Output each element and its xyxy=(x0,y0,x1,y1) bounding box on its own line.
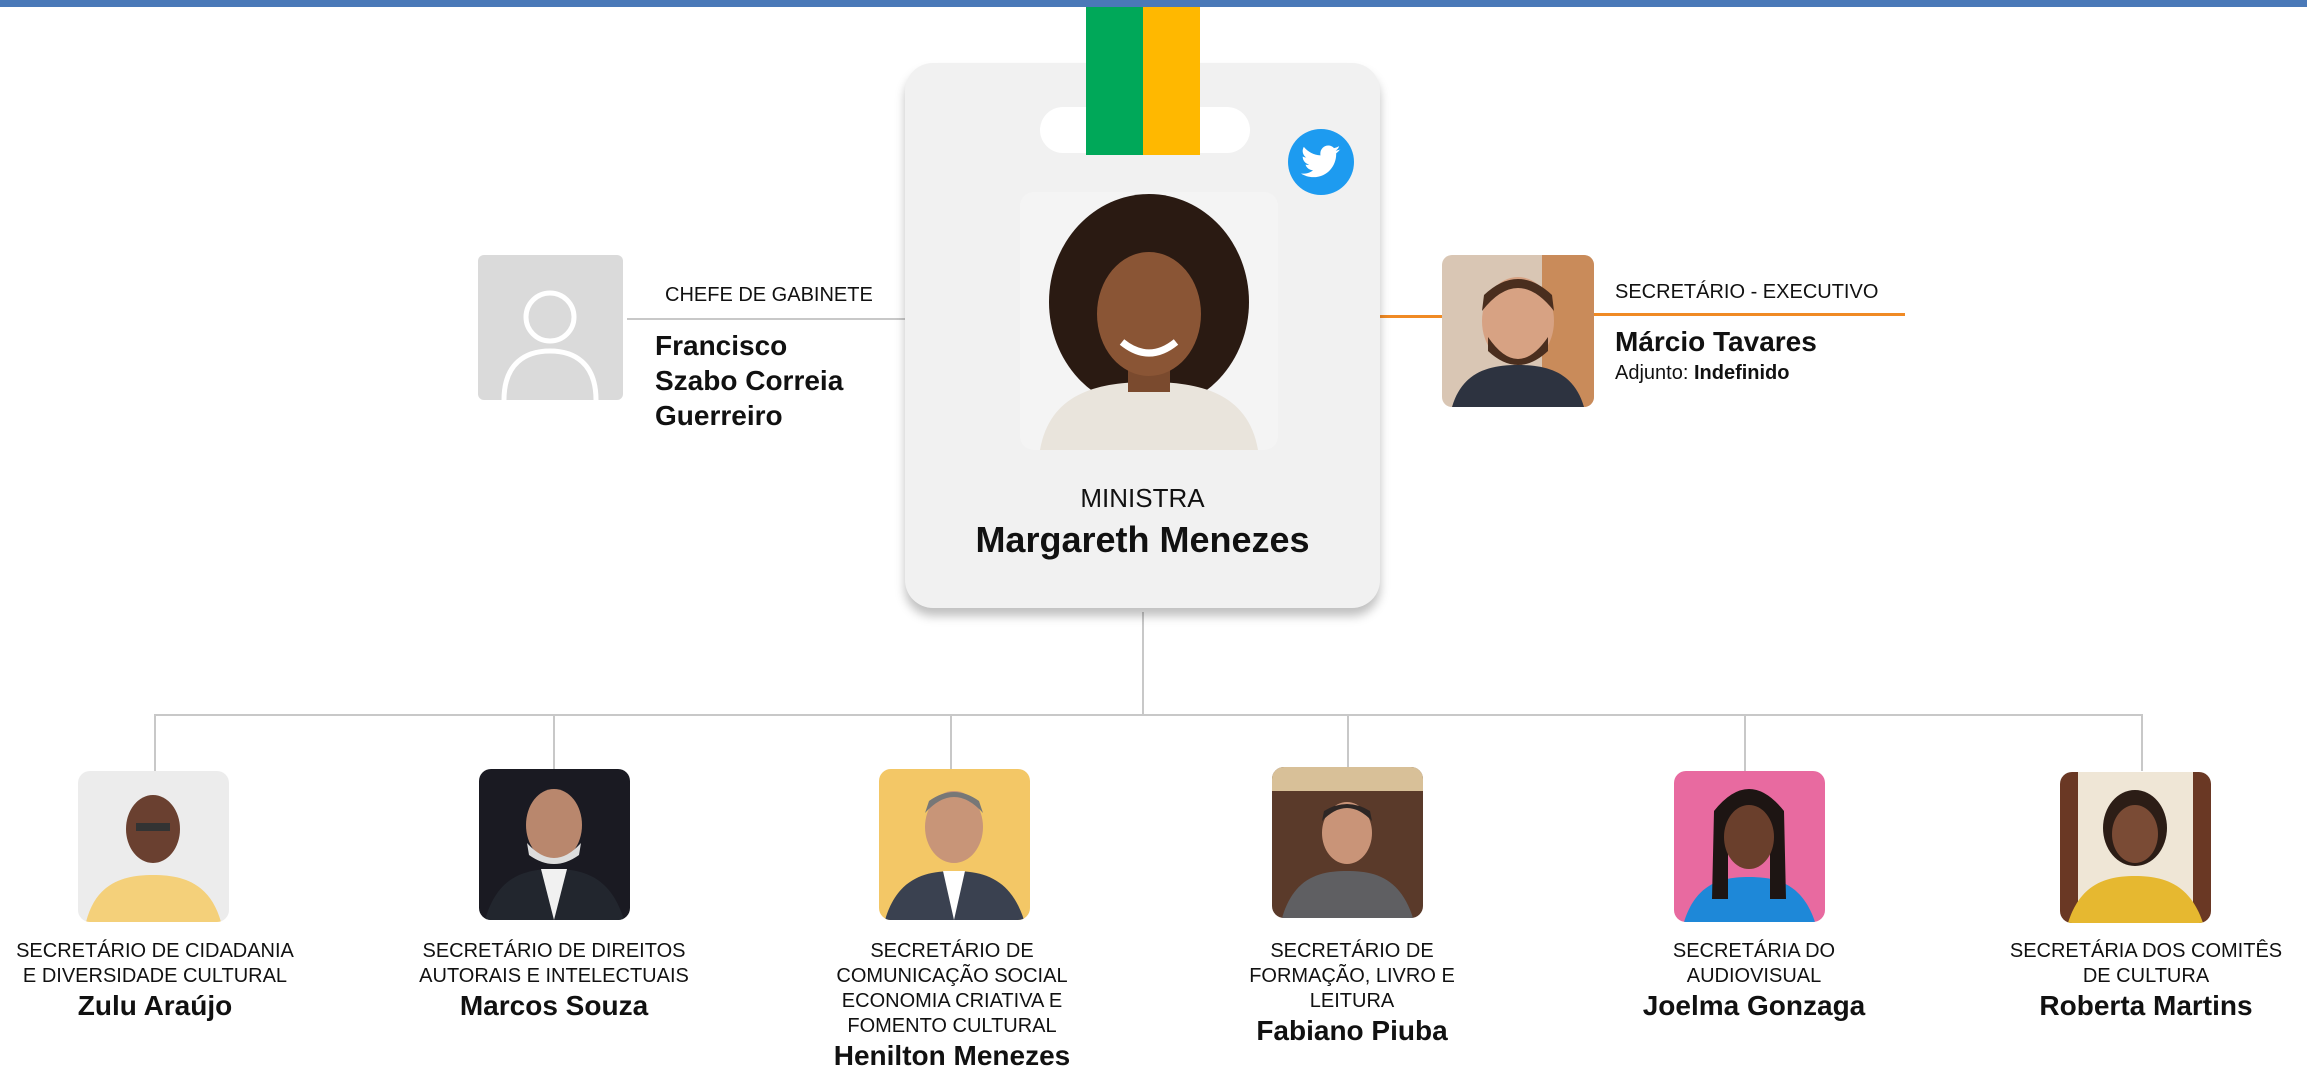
secretary-role-line: DE CULTURA xyxy=(2082,965,2210,987)
secretary-role-line: AUDIOVISUAL xyxy=(1686,965,1822,987)
chief-of-staff-name-line-3: Guerreiro xyxy=(655,400,783,431)
secretary-role-line: SECRETÁRIO DE CIDADANIA xyxy=(16,940,294,962)
secretary-card-2: SECRETÁRIO DE DIREITOS AUTORAIS E INTELE… xyxy=(389,939,719,1023)
secretary-role-line: COMUNICAÇÃO SOCIAL xyxy=(836,965,1068,987)
secretary-card-5: SECRETÁRIA DO AUDIOVISUAL Joelma Gonzaga xyxy=(1589,939,1919,1023)
secretary-photo-2 xyxy=(479,769,630,920)
secretary-role-line: SECRETÁRIO DE DIREITOS xyxy=(422,940,686,962)
executive-secretary-deputy: Adjunto: Indefinido xyxy=(1615,361,1790,385)
branch-line-1 xyxy=(154,714,156,771)
executive-secretary-role: SECRETÁRIO - EXECUTIVO xyxy=(1615,281,1879,303)
twitter-bird-icon[interactable] xyxy=(1288,129,1354,195)
branch-line-2 xyxy=(553,714,555,771)
minister-role: MINISTRA xyxy=(1080,483,1205,513)
chief-of-staff-photo xyxy=(478,255,623,400)
secretary-card-3: SECRETÁRIO DE COMUNICAÇÃO SOCIAL ECONOMI… xyxy=(787,939,1117,1073)
secretary-photo-3 xyxy=(879,769,1030,920)
secretary-role-line: FOMENTO CULTURAL xyxy=(847,1015,1057,1037)
secretary-role-line: SECRETÁRIO DE xyxy=(870,940,1034,962)
minister-trunk-line xyxy=(1142,612,1144,716)
secretary-name: Fabiano Piuba xyxy=(1256,1015,1448,1046)
secretary-name: Joelma Gonzaga xyxy=(1642,990,1866,1021)
branch-line-3 xyxy=(950,714,952,771)
chief-of-staff-role: CHEFE DE GABINETE xyxy=(665,284,873,306)
secretary-photo-1 xyxy=(78,771,229,922)
secretary-name: Marcos Souza xyxy=(459,990,649,1021)
executive-connector-line-right xyxy=(1592,313,1905,316)
deputy-value: Indefinido xyxy=(1693,362,1790,384)
executive-connector-line-left xyxy=(1380,315,1443,318)
chief-connector-line xyxy=(627,318,905,320)
secretary-role-line: SECRETÁRIA DOS COMITÊS xyxy=(2009,940,2283,962)
executive-secretary-name: Márcio Tavares xyxy=(1615,326,1817,357)
secretaries-bus-line xyxy=(154,714,2143,716)
lanyard-green-stripe xyxy=(1086,7,1143,155)
branch-line-4 xyxy=(1347,714,1349,771)
secretary-role-line: SECRETÁRIA DO xyxy=(1672,940,1836,962)
deputy-label: Adjunto: xyxy=(1615,362,1694,384)
secretary-name: Zulu Araújo xyxy=(77,990,233,1021)
secretary-photo-5 xyxy=(1674,771,1825,922)
secretary-card-4: SECRETÁRIO DE FORMAÇÃO, LIVRO E LEITURA … xyxy=(1187,939,1517,1048)
secretary-name: Roberta Martins xyxy=(2039,990,2253,1021)
secretary-role-line: SECRETÁRIO DE xyxy=(1270,940,1434,962)
top-accent-bar xyxy=(0,0,2307,7)
secretary-card-1: SECRETÁRIO DE CIDADANIA E DIVERSIDADE CU… xyxy=(0,939,320,1023)
branch-line-5 xyxy=(1744,714,1746,771)
secretary-role-line: ECONOMIA CRIATIVA E xyxy=(841,990,1063,1012)
secretary-role-line: E DIVERSIDADE CULTURAL xyxy=(22,965,288,987)
lanyard-yellow-stripe xyxy=(1143,7,1200,155)
chief-of-staff-name-line-2: Szabo Correia xyxy=(655,365,844,396)
person-placeholder-icon xyxy=(478,255,623,400)
secretary-photo-6 xyxy=(2060,772,2211,923)
secretary-card-6: SECRETÁRIA DOS COMITÊS DE CULTURA Robert… xyxy=(1981,939,2307,1023)
secretary-role-line: FORMAÇÃO, LIVRO E xyxy=(1249,965,1455,987)
branch-line-6 xyxy=(2141,714,2143,771)
secretary-role-line: LEITURA xyxy=(1309,990,1395,1012)
secretary-name: Henilton Menezes xyxy=(833,1040,1071,1071)
chief-of-staff-name-line-1: Francisco xyxy=(655,330,788,361)
secretary-photo-4 xyxy=(1272,767,1423,918)
minister-photo xyxy=(1020,192,1278,450)
minister-name: Margareth Menezes xyxy=(975,519,1310,560)
secretary-role-line: AUTORAIS E INTELECTUAIS xyxy=(419,965,689,987)
executive-secretary-photo xyxy=(1442,255,1594,407)
